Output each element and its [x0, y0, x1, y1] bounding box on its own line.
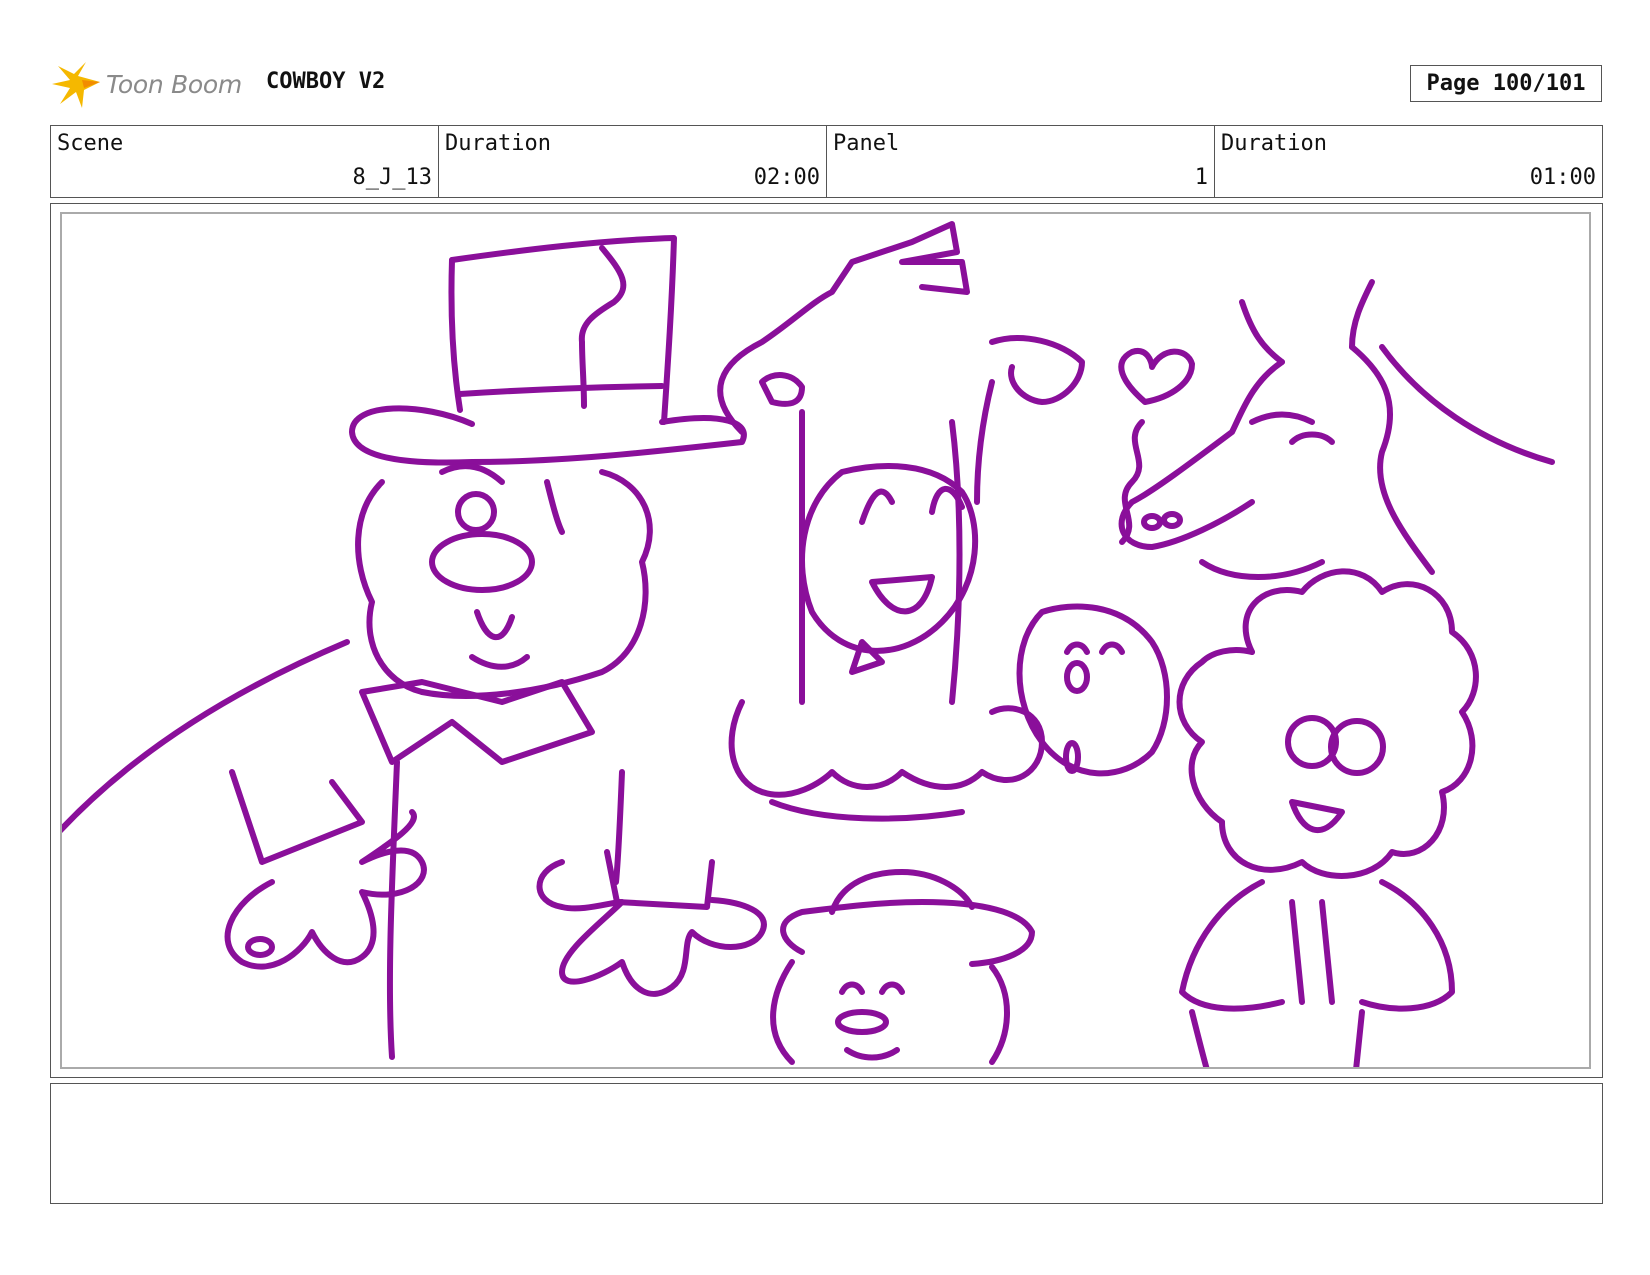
scene-cell: Scene 8_J_13	[51, 126, 439, 197]
scene-duration-value: 02:00	[753, 165, 820, 190]
toon-boom-logo: Toon Boom	[52, 56, 242, 112]
notes-box	[50, 1083, 1603, 1204]
scene-value: 8_J_13	[352, 165, 432, 190]
panel-duration-value: 01:00	[1529, 165, 1596, 190]
burst-icon	[52, 62, 100, 108]
panel-drawing	[60, 212, 1591, 1069]
storyboard-sketch	[62, 221, 1555, 1067]
logo-text: Toon Boom	[106, 69, 242, 99]
panel-duration-label: Duration	[1221, 131, 1327, 156]
scene-duration-label: Duration	[445, 131, 551, 156]
project-title: COWBOY V2	[266, 69, 386, 94]
panel-cell: Panel 1	[827, 126, 1215, 197]
scene-label: Scene	[57, 131, 124, 156]
page-indicator: Page 100/101	[1410, 65, 1602, 102]
panel-duration-cell: Duration 01:00	[1215, 126, 1602, 197]
panel-value: 1	[1194, 165, 1208, 190]
info-row: Scene 8_J_13 Duration 02:00 Panel 1 Dura…	[50, 125, 1603, 198]
scene-duration-cell: Duration 02:00	[439, 126, 827, 197]
panel-label: Panel	[833, 131, 900, 156]
